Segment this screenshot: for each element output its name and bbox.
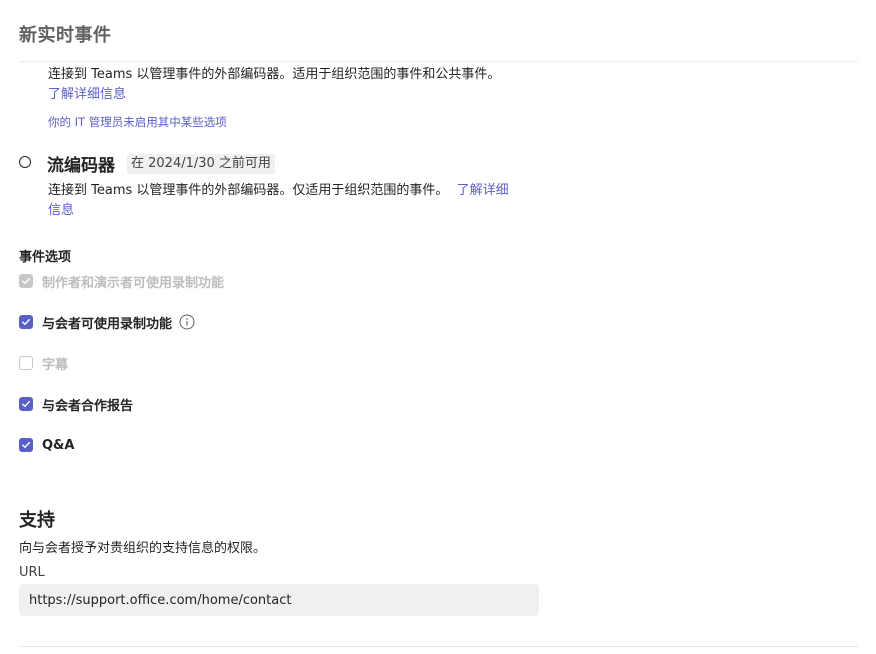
page-title: 新实时事件 (19, 25, 112, 46)
stream-encoder-title: 流编码器 (47, 156, 115, 176)
stream-encoder-learn-more-link[interactable]: 了解详细 (457, 183, 509, 198)
support-description: 向与会者授予对贵组织的支持信息的权限。 (19, 541, 267, 556)
option-qa[interactable]: Q&A (19, 435, 74, 455)
external-encoder-learn-more-link[interactable]: 了解详细信息 (48, 87, 126, 102)
stream-encoder-radio[interactable] (19, 156, 31, 168)
url-label: URL (19, 565, 45, 580)
option-captions: 字幕 (19, 353, 68, 373)
checkbox-attendee-report[interactable] (19, 397, 33, 411)
checkmark-icon (22, 318, 30, 325)
option-recording-attendees[interactable]: 与会者可使用录制功能 (19, 312, 195, 332)
admin-note: 你的 IT 管理员未启用其中某些选项 (48, 115, 227, 129)
support-title: 支持 (19, 510, 55, 531)
stream-encoder-description: 连接到 Teams 以管理事件的外部编码器。仅适用于组织范围的事件。 了解详细 … (48, 181, 509, 221)
checkmark-icon (22, 400, 30, 407)
checkbox-captions (19, 356, 33, 370)
external-encoder-description: 连接到 Teams 以管理事件的外部编码器。适用于组织范围的事件和公共事件。 了… (48, 65, 500, 105)
checkbox-label: 制作者和演示者可使用录制功能 (42, 275, 225, 291)
checkbox-qa[interactable] (19, 438, 33, 452)
event-options-label: 事件选项 (19, 250, 72, 265)
info-icon[interactable] (179, 314, 195, 330)
availability-badge: 在 2024/1/30 之前可用 (127, 154, 275, 174)
checkbox-recording-producers (19, 274, 33, 288)
header-divider (19, 61, 858, 62)
option-attendee-report[interactable]: 与会者合作报告 (19, 394, 133, 414)
checkbox-recording-attendees[interactable] (19, 315, 33, 329)
option-recording-producers: 制作者和演示者可使用录制功能 (19, 271, 224, 291)
checkmark-icon (22, 277, 30, 284)
checkbox-label: 与会者合作报告 (42, 398, 134, 414)
checkbox-label: Q&A (42, 437, 75, 453)
support-url-input[interactable] (19, 584, 539, 616)
checkmark-icon (22, 441, 30, 448)
stream-encoder-description-text: 连接到 Teams 以管理事件的外部编码器。仅适用于组织范围的事件。 (48, 183, 449, 198)
external-encoder-description-text: 连接到 Teams 以管理事件的外部编码器。适用于组织范围的事件和公共事件。 (48, 67, 501, 82)
checkbox-label: 与会者可使用录制功能 (42, 316, 173, 332)
stream-encoder-learn-more-link-cont[interactable]: 信息 (48, 203, 74, 218)
checkbox-label: 字幕 (42, 357, 69, 373)
footer-divider (19, 646, 858, 647)
